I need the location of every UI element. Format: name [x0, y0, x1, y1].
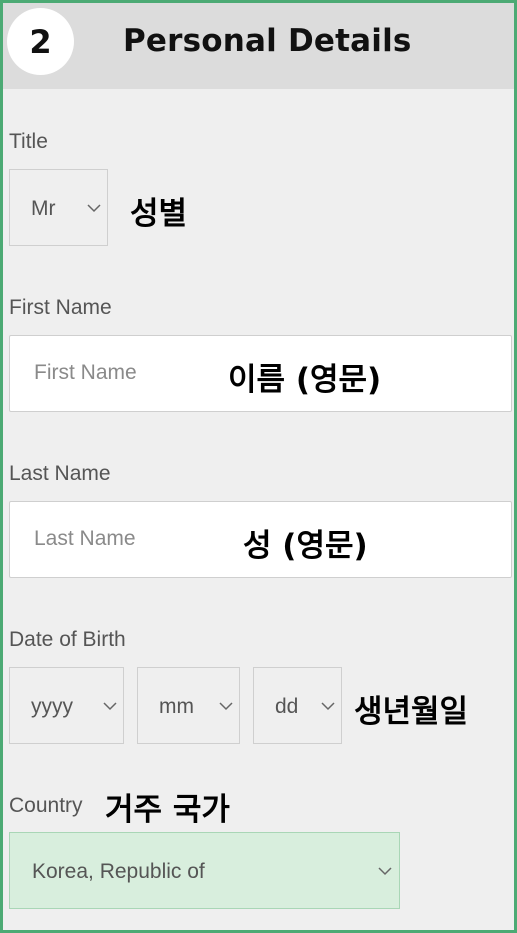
title-annotation: 성별 [130, 196, 188, 232]
chevron-down-icon [219, 702, 233, 711]
last-name-label: Last Name [9, 462, 111, 485]
country-select[interactable]: Korea, Republic of [9, 832, 400, 909]
chevron-down-icon [378, 867, 392, 876]
country-label: Country [9, 794, 83, 817]
chevron-down-icon [87, 204, 101, 213]
step-number-badge: 2 [7, 8, 74, 75]
dob-year-value: yyyy [31, 695, 73, 718]
chevron-down-icon [103, 702, 117, 711]
dob-annotation: 생년월일 [354, 694, 469, 730]
dob-day-select[interactable]: dd [253, 667, 342, 744]
country-select-value: Korea, Republic of [32, 860, 205, 883]
dob-month-value: mm [159, 695, 194, 718]
section-header: 2 Personal Details [3, 3, 514, 89]
chevron-down-icon [321, 702, 335, 711]
dob-year-select[interactable]: yyyy [9, 667, 124, 744]
first-name-label: First Name [9, 296, 112, 319]
dob-label: Date of Birth [9, 628, 126, 651]
first-name-placeholder: First Name [34, 361, 137, 384]
form-frame: 2 Personal Details Title Mr 성별 First Nam… [0, 0, 517, 933]
last-name-annotation: 성 (영문) [243, 528, 368, 564]
country-annotation: 거주 국가 [105, 792, 230, 828]
dob-month-select[interactable]: mm [137, 667, 240, 744]
first-name-annotation: 이름 (영문) [228, 362, 382, 398]
title-select[interactable]: Mr [9, 169, 108, 246]
dob-day-value: dd [275, 695, 299, 718]
section-title: Personal Details [123, 23, 412, 59]
title-label: Title [9, 130, 48, 153]
last-name-placeholder: Last Name [34, 527, 136, 550]
title-select-value: Mr [31, 197, 56, 220]
